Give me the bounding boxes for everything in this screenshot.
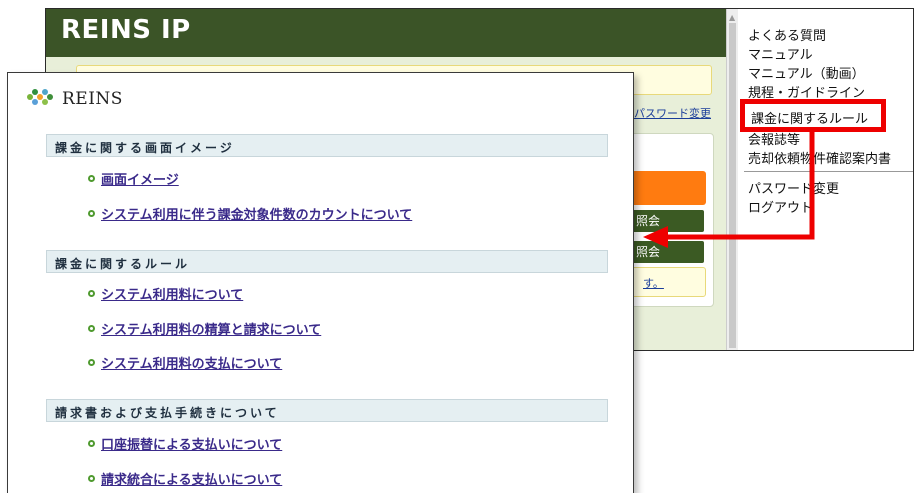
- menu-item-manual[interactable]: マニュアル: [748, 44, 813, 63]
- bullet-icon: [88, 175, 95, 182]
- bullet-icon: [88, 440, 95, 447]
- bullet-icon: [88, 210, 95, 217]
- link-invoice-integration[interactable]: 請求統合による支払いについて: [101, 473, 282, 488]
- list-item[interactable]: 口座振替による支払いについて: [88, 433, 282, 453]
- inquiry-button-2[interactable]: 照会: [630, 241, 704, 263]
- scroll-thumb[interactable]: [729, 23, 736, 348]
- reins-logo-icon: [27, 89, 53, 105]
- link-usage-fee[interactable]: システム利用料について: [101, 288, 243, 303]
- menu-item-billing-rules[interactable]: 課金に関するルール: [751, 108, 868, 127]
- header-bar: REINS IP: [46, 9, 726, 57]
- section-header-billing-rules: 課金に関するルール: [46, 250, 608, 273]
- notice-link[interactable]: す。: [630, 267, 706, 297]
- orange-button[interactable]: [626, 171, 706, 205]
- menu-item-faq[interactable]: よくある質問: [748, 25, 826, 44]
- link-fee-settlement[interactable]: システム利用料の精算と請求について: [101, 323, 321, 338]
- menu-divider: [744, 171, 913, 172]
- section-header-invoice-payment: 請求書および支払手続きについて: [46, 399, 608, 422]
- link-screen-image[interactable]: 画面イメージ: [101, 173, 179, 188]
- bullet-icon: [88, 359, 95, 366]
- list-item[interactable]: 請求統合による支払いについて: [88, 468, 282, 488]
- inquiry-button-1[interactable]: 照会: [630, 210, 704, 232]
- app-title: REINS IP: [61, 15, 191, 45]
- list-item[interactable]: システム利用料の精算と請求について: [88, 318, 321, 338]
- section-title: 請求書および支払手続きについて: [55, 406, 280, 420]
- bullet-icon: [88, 325, 95, 332]
- reins-logo: REINS: [24, 87, 122, 111]
- section-title: 課金に関する画面イメージ: [55, 141, 235, 155]
- list-item[interactable]: システム利用料の支払について: [88, 352, 282, 372]
- menu-item-sale-confirmation[interactable]: 売却依頼物件確認案内書: [748, 148, 891, 167]
- link-fee-payment[interactable]: システム利用料の支払について: [101, 357, 282, 372]
- list-item[interactable]: システム利用料について: [88, 283, 243, 303]
- menu-item-logout[interactable]: ログアウト: [748, 197, 813, 216]
- highlight-box: 課金に関するルール: [740, 99, 886, 132]
- logo-text: REINS: [62, 89, 123, 109]
- list-item[interactable]: システム利用に伴う課金対象件数のカウントについて: [88, 203, 412, 223]
- link-billing-count[interactable]: システム利用に伴う課金対象件数のカウントについて: [101, 208, 412, 223]
- menu-item-password-change[interactable]: パスワード変更: [748, 178, 839, 197]
- menu-item-manual-video[interactable]: マニュアル（動画）: [748, 63, 865, 82]
- billing-info-window: REINS 課金に関する画面イメージ 画面イメージ システム利用に伴う課金対象件…: [7, 72, 634, 493]
- password-change-link[interactable]: パスワード変更: [634, 105, 711, 121]
- link-bank-transfer[interactable]: 口座振替による支払いについて: [101, 438, 282, 453]
- section-header-screen-images: 課金に関する画面イメージ: [46, 134, 608, 157]
- section-title: 課金に関するルール: [55, 257, 191, 271]
- scroll-up-icon[interactable]: ▲: [729, 13, 735, 22]
- list-item[interactable]: 画面イメージ: [88, 168, 179, 188]
- right-menu: よくある質問 マニュアル マニュアル（動画） 規程・ガイドライン 会報誌等 売却…: [738, 9, 913, 350]
- bullet-icon: [88, 475, 95, 482]
- bullet-icon: [88, 290, 95, 297]
